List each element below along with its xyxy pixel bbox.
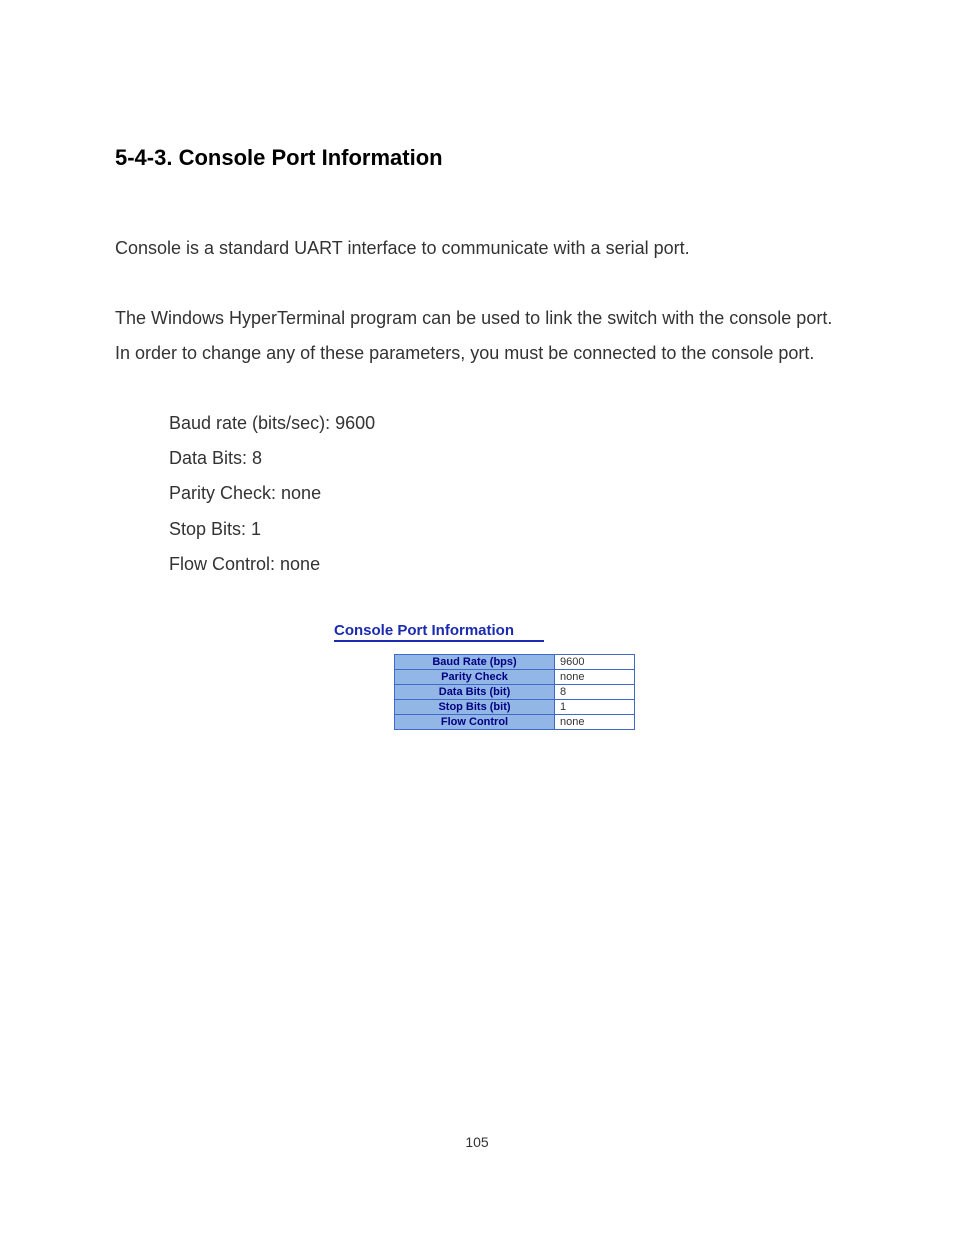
row-value: none (555, 714, 635, 729)
paragraph-intro: Console is a standard UART interface to … (115, 231, 839, 266)
table-row: Stop Bits (bit) 1 (395, 699, 635, 714)
param-stopbits: Stop Bits: 1 (169, 512, 839, 547)
row-value: none (555, 669, 635, 684)
page-number: 105 (0, 1134, 954, 1150)
row-label: Parity Check (395, 669, 555, 684)
row-label: Stop Bits (bit) (395, 699, 555, 714)
row-label: Flow Control (395, 714, 555, 729)
panel-title: Console Port Information (334, 622, 544, 642)
row-value: 1 (555, 699, 635, 714)
console-info-table: Baud Rate (bps) 9600 Parity Check none D… (394, 654, 635, 730)
section-heading: 5-4-3. Console Port Information (115, 145, 839, 171)
table-row: Baud Rate (bps) 9600 (395, 654, 635, 669)
row-value: 8 (555, 684, 635, 699)
parameter-list: Baud rate (bits/sec): 9600 Data Bits: 8 … (169, 406, 839, 581)
info-panel: Console Port Information Baud Rate (bps)… (115, 622, 839, 730)
param-baud: Baud rate (bits/sec): 9600 (169, 406, 839, 441)
table-row: Data Bits (bit) 8 (395, 684, 635, 699)
table-row: Flow Control none (395, 714, 635, 729)
table-row: Parity Check none (395, 669, 635, 684)
param-flow: Flow Control: none (169, 547, 839, 582)
paragraph-hyperterminal: The Windows HyperTerminal program can be… (115, 301, 839, 371)
row-value: 9600 (555, 654, 635, 669)
param-parity: Parity Check: none (169, 476, 839, 511)
param-databits: Data Bits: 8 (169, 441, 839, 476)
document-page: 5-4-3. Console Port Information Console … (0, 0, 954, 730)
row-label: Data Bits (bit) (395, 684, 555, 699)
row-label: Baud Rate (bps) (395, 654, 555, 669)
